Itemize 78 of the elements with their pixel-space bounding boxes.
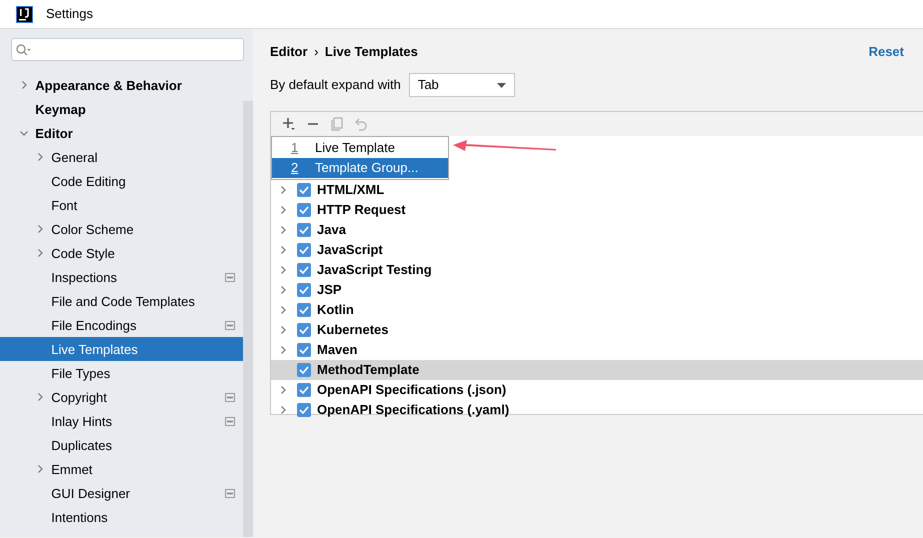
tree-item[interactable]: Code Editing (0, 169, 243, 194)
chevron-right-icon[interactable] (36, 153, 44, 162)
chevron-right-icon[interactable] (279, 406, 287, 414)
template-row[interactable]: Kubernetes (271, 320, 923, 340)
app-logo-icon (16, 6, 33, 22)
expand-dropdown[interactable]: Tab (408, 73, 515, 97)
chevron-right-icon[interactable] (279, 206, 287, 214)
template-row[interactable]: Maven (271, 340, 923, 360)
checkbox[interactable] (297, 363, 311, 377)
chevron-right-icon[interactable] (279, 186, 287, 194)
search-icon (16, 44, 32, 56)
checkbox[interactable] (297, 283, 311, 297)
checkbox[interactable] (297, 383, 311, 397)
add-icon (282, 117, 296, 131)
checkbox[interactable] (297, 223, 311, 237)
scrollbar[interactable] (243, 101, 253, 537)
tree-item[interactable]: Copyright (0, 385, 243, 410)
template-row[interactable]: JavaScript Testing (271, 260, 923, 280)
chevron-right-icon[interactable] (20, 81, 28, 90)
tree-item[interactable]: Font (0, 193, 243, 218)
template-row[interactable]: MethodTemplate (271, 360, 923, 380)
search-field[interactable] (11, 38, 244, 61)
checkbox[interactable] (297, 183, 311, 197)
template-row[interactable]: HTML/XML (271, 180, 923, 200)
tree-item[interactable]: General (0, 145, 243, 170)
checkbox[interactable] (297, 263, 311, 277)
chevron-right-icon[interactable] (279, 306, 287, 314)
copy-icon (331, 117, 343, 131)
template-row[interactable]: JavaScript (271, 240, 923, 260)
tree-item[interactable]: GUI Designer (0, 481, 243, 506)
chevron-right-icon[interactable] (36, 225, 44, 234)
tree-item[interactable]: Appearance & Behavior (0, 73, 243, 98)
chevron-down-icon[interactable] (20, 129, 28, 138)
tree-item[interactable]: File Encodings (0, 313, 243, 338)
checkbox[interactable] (297, 323, 311, 337)
chevron-right-icon[interactable] (279, 286, 287, 294)
tree-item[interactable]: Editor (0, 121, 243, 146)
tree-item[interactable]: Emmet (0, 457, 243, 482)
chevron-right-icon[interactable] (36, 249, 44, 258)
menu-item[interactable]: 2 Template Group... (272, 158, 448, 178)
tree-item[interactable]: Intentions (0, 505, 243, 530)
breadcrumb-item[interactable]: Live Templates (324, 42, 418, 62)
caret-icon (496, 82, 506, 88)
tree-item[interactable]: Live Templates (0, 337, 243, 362)
template-row[interactable]: Java (271, 220, 923, 240)
checkbox[interactable] (297, 403, 311, 417)
template-row[interactable]: OpenAPI Specifications (.yaml) (271, 400, 923, 420)
chevron-right-icon[interactable] (279, 246, 287, 254)
chevron-right-icon[interactable] (36, 393, 44, 402)
template-row[interactable]: Kotlin (271, 300, 923, 320)
tree-item[interactable]: Keymap (0, 97, 243, 122)
tree-item[interactable]: File Types (0, 361, 243, 386)
window-title: Settings (46, 5, 93, 24)
template-row[interactable]: OpenAPI Specifications (.json) (271, 380, 923, 400)
chevron-right-icon[interactable] (279, 346, 287, 354)
tree-item[interactable]: Color Scheme (0, 217, 243, 242)
tree-item[interactable]: Code Style (0, 241, 243, 266)
chevron-right-icon[interactable] (279, 266, 287, 274)
template-row[interactable]: JSP (271, 280, 923, 300)
tree-item[interactable]: Inlay Hints (0, 409, 243, 434)
reset-link[interactable]: Reset (868, 42, 904, 62)
chevron-right-icon[interactable] (279, 326, 287, 334)
expand-label: By default expand with (270, 76, 401, 94)
template-row[interactable]: HTTP Request (271, 200, 923, 220)
checkbox[interactable] (297, 343, 311, 357)
chevron-right-icon[interactable] (279, 226, 287, 234)
checkbox[interactable] (297, 203, 311, 217)
menu-item[interactable]: 1 Live Template (272, 138, 448, 158)
tree-item[interactable]: File and Code Templates (0, 289, 243, 314)
breadcrumb-item[interactable]: Editor (270, 42, 308, 62)
tree-item[interactable]: Inspections (0, 265, 243, 290)
tree-item[interactable]: Duplicates (0, 433, 243, 458)
breadcrumb-separator: › (314, 43, 318, 61)
checkbox[interactable] (297, 303, 311, 317)
chevron-right-icon[interactable] (279, 386, 287, 394)
checkbox[interactable] (297, 243, 311, 257)
chevron-right-icon[interactable] (36, 465, 44, 474)
undo-icon (355, 118, 367, 130)
